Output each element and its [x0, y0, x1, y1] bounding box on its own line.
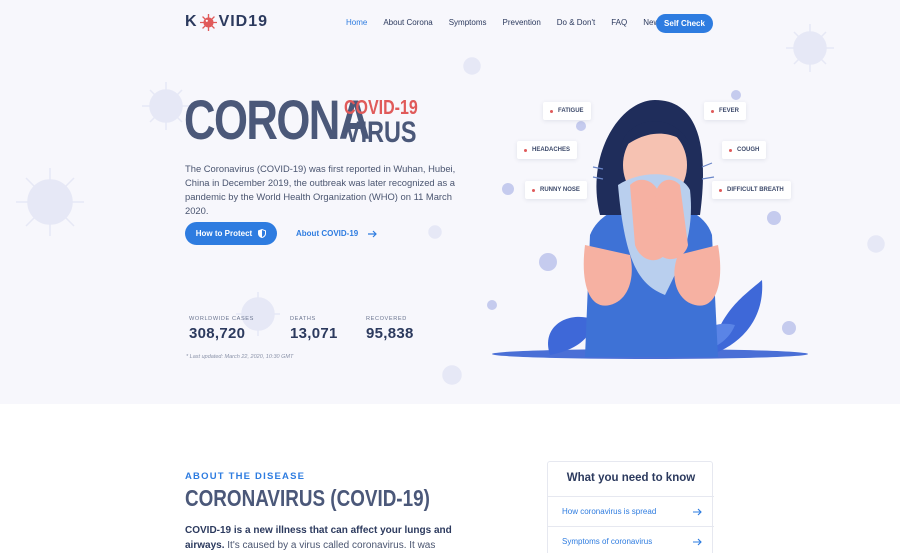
- self-check-button[interactable]: Self Check: [656, 14, 713, 33]
- symptom-tag-cough: COUGH: [722, 141, 767, 159]
- main-nav: Home About Corona Symptoms Prevention Do…: [346, 18, 679, 27]
- symptom-tag-difficult-breath: DIFFICULT BREATH: [712, 181, 791, 199]
- stat-value: 13,071: [290, 325, 338, 342]
- nav-symptoms[interactable]: Symptoms: [449, 18, 487, 27]
- logo-letter: K: [185, 13, 198, 30]
- stat-label: DEATHS: [290, 316, 316, 322]
- last-updated: * Last updated: March 22, 2020, 10:30 GM…: [186, 354, 294, 360]
- hero-section: FATIGUE FEVER HEADACHES COUGH RUNNY NOSE…: [0, 0, 900, 404]
- know-card-title: What you need to know: [566, 472, 696, 484]
- stat-label: RECOVERED: [366, 316, 407, 322]
- stat-label: WORLDWIDE CASES: [189, 316, 254, 322]
- stat-recovered: RECOVERED 95,838: [366, 316, 414, 342]
- logo-text: VID19: [218, 13, 269, 30]
- about-title: CORONAVIRUS (COVID-19): [185, 485, 430, 511]
- know-item-label: How coronavirus is spread: [562, 507, 657, 516]
- know-item-label: Symptoms of coronavirus: [562, 537, 653, 546]
- nav-home[interactable]: Home: [346, 18, 367, 27]
- symptom-tag-fatigue: FATIGUE: [543, 102, 591, 120]
- virus-logo-icon: [199, 13, 217, 31]
- site-logo[interactable]: K VID19: [185, 13, 268, 31]
- woman-sneezing-illustration: [492, 100, 808, 359]
- about-covid-link[interactable]: About COVID-19: [296, 229, 378, 238]
- stat-worldwide-cases: WORLDWIDE CASES 308,720: [189, 316, 254, 342]
- stat-value: 95,838: [366, 325, 414, 342]
- hero-title-virus: VIRUS: [345, 116, 417, 149]
- last-updated-text: Last updated: March 22, 2020, 10:30 GMT: [189, 354, 294, 360]
- hero-title: CORONA: [184, 88, 370, 151]
- arrow-right-icon: [368, 230, 378, 237]
- shield-icon: [258, 229, 267, 238]
- symptom-tag-fever: FEVER: [704, 102, 747, 120]
- how-to-protect-label: How to Protect: [195, 229, 253, 238]
- hero-intro: The Coronavirus (COVID-19) was first rep…: [185, 163, 456, 216]
- arrow-right-icon: [693, 508, 702, 515]
- arrow-right-icon: [693, 538, 702, 545]
- know-item-symptoms[interactable]: Symptoms of coronavirus: [548, 526, 714, 553]
- stat-deaths: DEATHS 13,071: [290, 316, 338, 342]
- about-eyebrow: ABOUT THE DISEASE: [185, 471, 306, 482]
- hero-title-covid: COVID-19: [344, 97, 418, 119]
- about-covid-label: About COVID-19: [296, 229, 359, 238]
- symptom-tag-runny-nose: RUNNY NOSE: [525, 181, 587, 199]
- what-you-need-to-know-card: What you need to know How coronavirus is…: [547, 461, 714, 553]
- know-item-spread[interactable]: How coronavirus is spread: [548, 496, 714, 526]
- symptom-tag-headaches: HEADACHES: [517, 141, 578, 159]
- nav-about-corona[interactable]: About Corona: [383, 18, 432, 27]
- stat-value: 308,720: [189, 325, 246, 342]
- nav-do-and-dont[interactable]: Do & Don't: [557, 18, 595, 27]
- nav-faq[interactable]: FAQ: [611, 18, 627, 27]
- nav-prevention[interactable]: Prevention: [503, 18, 541, 27]
- how-to-protect-button[interactable]: How to Protect: [185, 222, 277, 245]
- about-body: COVID-19 is a new illness that can affec…: [185, 523, 485, 553]
